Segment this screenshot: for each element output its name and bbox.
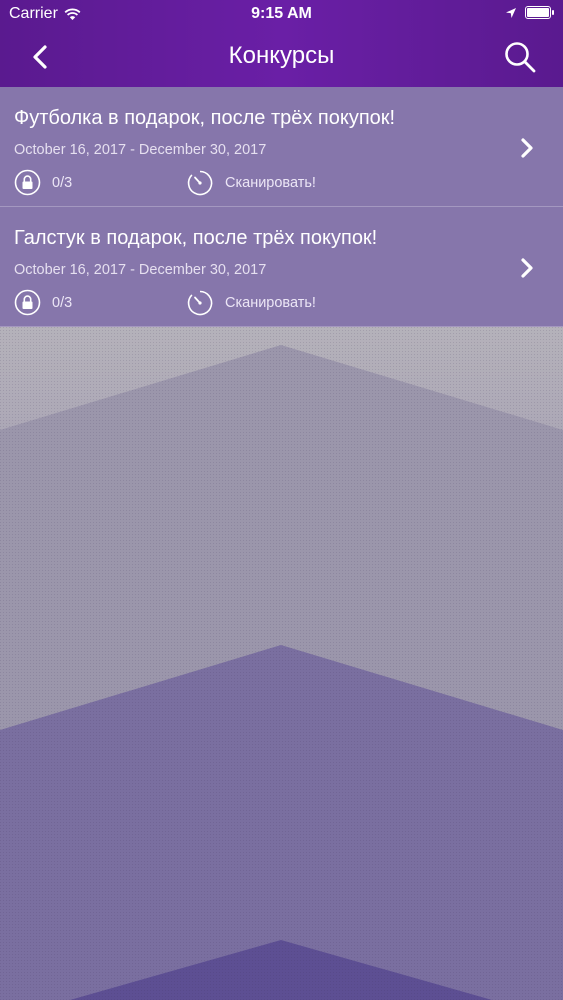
clock: 9:15 AM: [251, 5, 312, 22]
contest-row[interactable]: Галстук в подарок, после трёх покупок! O…: [0, 207, 563, 327]
timer-icon: [187, 170, 213, 196]
purchase-progress: 0/3: [52, 295, 73, 311]
contest-list: Футболка в подарок, после трёх покупок! …: [0, 87, 563, 327]
chevron-right-icon: [521, 258, 533, 278]
contest-row[interactable]: Футболка в подарок, после трёх покупок! …: [0, 87, 563, 207]
battery-icon: [525, 6, 554, 19]
scan-link[interactable]: Сканировать!: [225, 295, 316, 311]
search-button[interactable]: [503, 40, 537, 74]
contest-title: Галстук в подарок, после трёх покупок!: [14, 227, 378, 249]
contest-title: Футболка в подарок, после трёх покупок!: [14, 107, 396, 129]
timer-icon: [187, 290, 213, 316]
contest-meta: 0/3 Сканировать!: [14, 289, 554, 319]
contest-dates: October 16, 2017 - December 30, 2017: [14, 262, 267, 278]
page-title: Конкурсы: [228, 42, 335, 69]
chevron-right-icon: [521, 138, 533, 158]
location-arrow-icon: [506, 7, 516, 18]
scan-link[interactable]: Сканировать!: [225, 175, 316, 191]
navigation-bar: Конкурсы: [0, 32, 563, 84]
lock-icon: [14, 289, 41, 316]
status-indicators: [505, 6, 554, 19]
contest-dates: October 16, 2017 - December 30, 2017: [14, 142, 267, 158]
status-bar: Carrier 9:15 AM: [0, 0, 563, 30]
top-bar: Carrier 9:15 AM Конкурсы: [0, 0, 563, 87]
purchase-progress: 0/3: [52, 175, 73, 191]
contest-meta: 0/3 Сканировать!: [14, 169, 554, 199]
lock-icon: [14, 169, 41, 196]
